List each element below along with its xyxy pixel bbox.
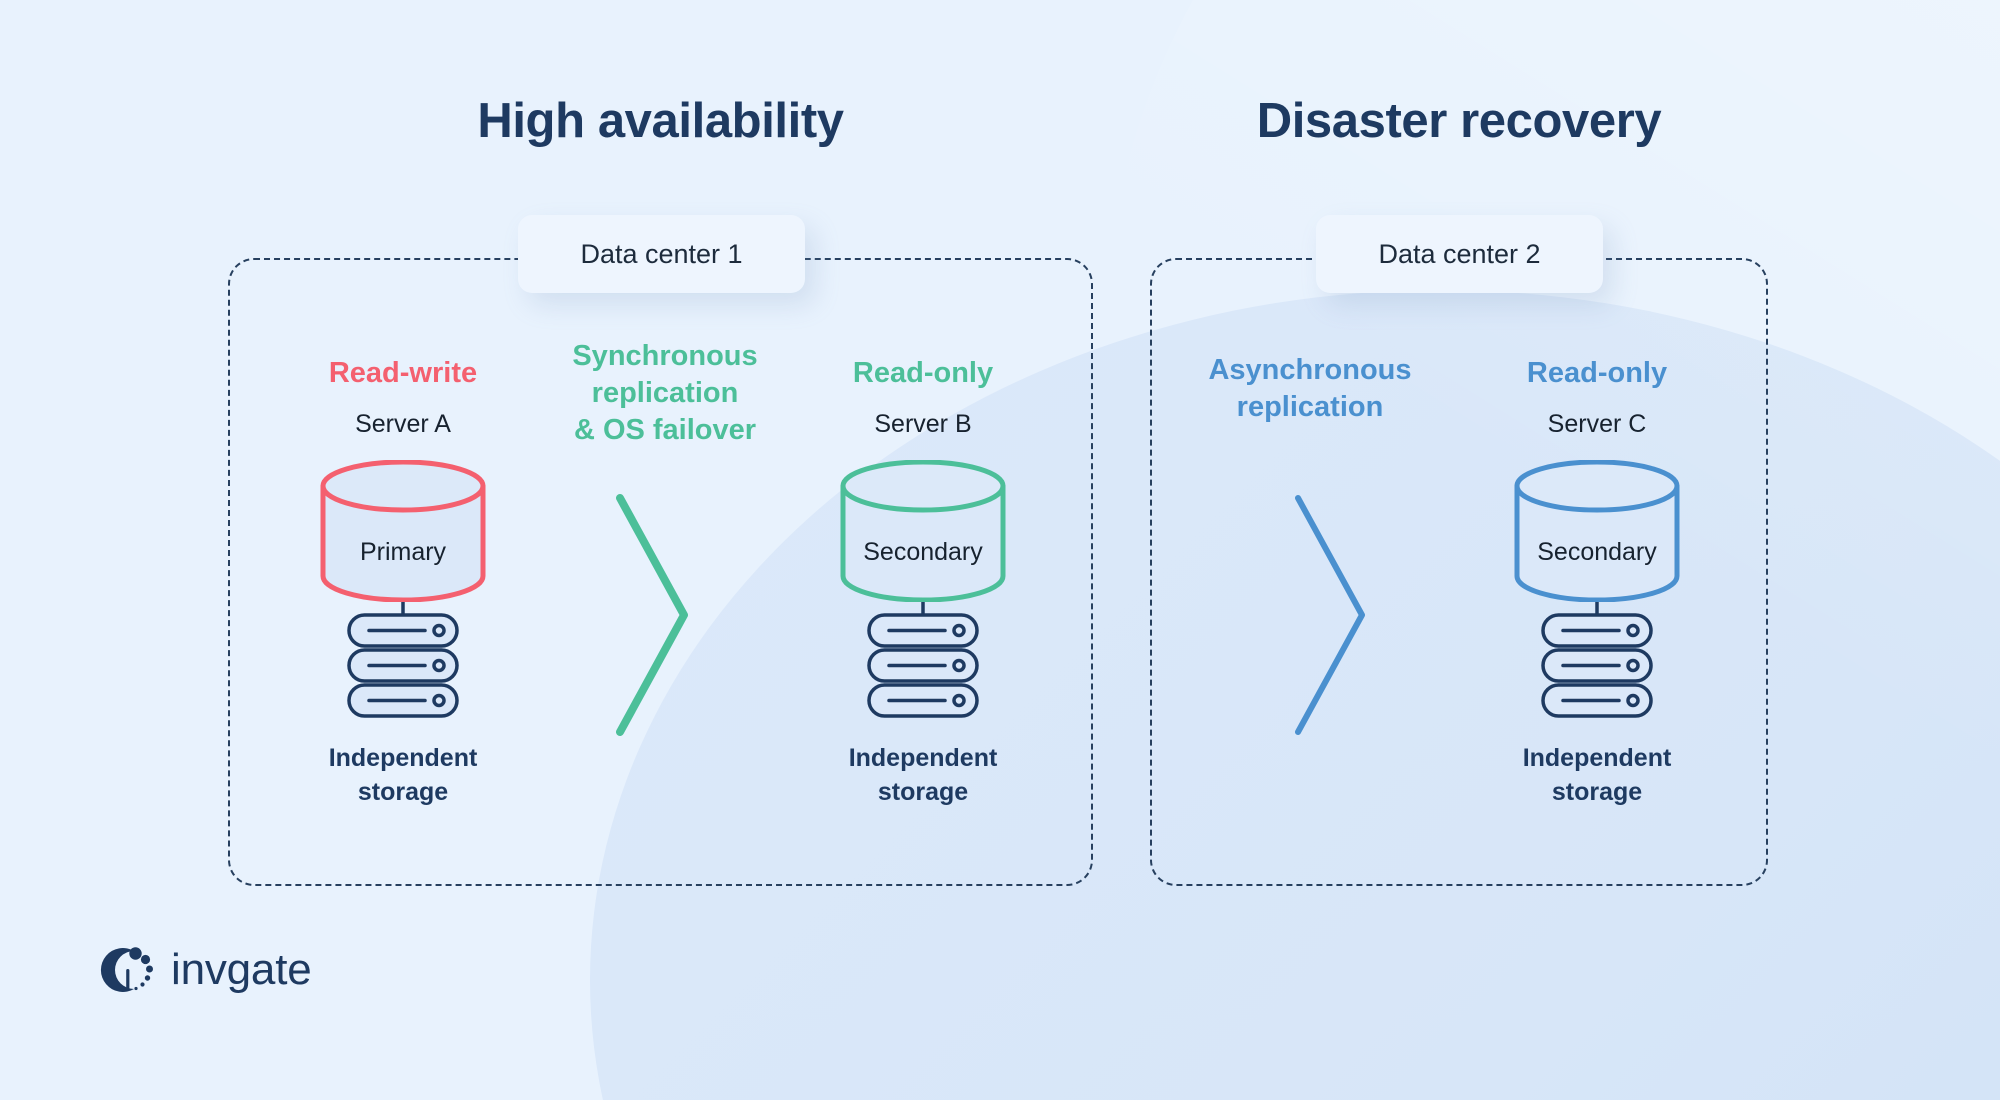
server-b-name: Server B: [874, 409, 972, 438]
async-replication-label: Asynchronous replication: [1165, 352, 1455, 426]
server-b-database: Secondary: [763, 459, 1083, 603]
section-title-disaster-recovery: Disaster recovery: [1256, 94, 1662, 148]
server-a-storage-label: Independent storage: [243, 742, 563, 809]
server-a-storage-line1: Independent: [328, 744, 478, 773]
server-c-storage-line1: Independent: [1522, 744, 1672, 773]
async-chevron: [1290, 490, 1374, 745]
database-cylinder-icon: [320, 459, 486, 603]
server-a-name: Server A: [355, 409, 451, 438]
sync-replication-label: Synchronous replication & OS failover: [520, 338, 810, 449]
server-a-mode-label: Read-write: [328, 357, 478, 389]
data-center-2-label: Data center 2: [1316, 215, 1603, 293]
diagram-canvas: High availability Disaster recovery Data…: [0, 0, 2000, 1100]
section-title-high-availability: High availability: [477, 94, 844, 148]
server-b-storage-icon-wrap: [763, 600, 1083, 728]
server-a-storage-icon-wrap: [243, 600, 563, 728]
chevron-right-icon: [1295, 495, 1365, 735]
sync-label-line2: replication: [591, 377, 739, 410]
node-server-c: Read-only Server C Secondary Independent…: [1437, 357, 1757, 809]
server-b-storage-label: Independent storage: [763, 742, 1083, 809]
server-c-storage-label: Independent storage: [1437, 742, 1757, 809]
data-center-1-label: Data center 1: [518, 215, 805, 293]
server-stack-icon: [347, 600, 459, 719]
server-c-mode-label: Read-only: [1526, 357, 1668, 389]
server-stack-icon: [1541, 600, 1653, 719]
async-label-line1: Asynchronous: [1208, 354, 1412, 386]
sync-label-line3: & OS failover: [573, 414, 757, 447]
brand-wordmark: invgate: [171, 945, 312, 994]
database-cylinder-icon: [840, 459, 1006, 603]
async-label-line2: replication: [1236, 391, 1384, 424]
server-b-storage-line2: storage: [877, 777, 969, 806]
chevron-right-icon: [616, 494, 688, 736]
brand-logo: invgate: [100, 942, 312, 998]
sync-label-line1: Synchronous: [572, 340, 758, 372]
server-b-storage-line1: Independent: [848, 744, 998, 773]
invgate-logo-icon: [100, 947, 153, 992]
server-stack-icon: [867, 600, 979, 719]
server-c-storage-line2: storage: [1551, 777, 1643, 806]
server-a-database: Primary: [243, 459, 563, 603]
server-b-mode-label: Read-only: [852, 357, 994, 389]
server-a-storage-line2: storage: [357, 777, 449, 806]
server-c-name: Server C: [1547, 409, 1647, 438]
database-cylinder-icon: [1514, 459, 1680, 603]
sync-chevron: [612, 490, 696, 745]
server-c-database: Secondary: [1437, 459, 1757, 603]
node-server-b: Read-only Server B Secondary Independent…: [763, 357, 1083, 809]
server-c-storage-icon-wrap: [1437, 600, 1757, 728]
node-server-a: Read-write Server A Primary Independent …: [243, 357, 563, 809]
